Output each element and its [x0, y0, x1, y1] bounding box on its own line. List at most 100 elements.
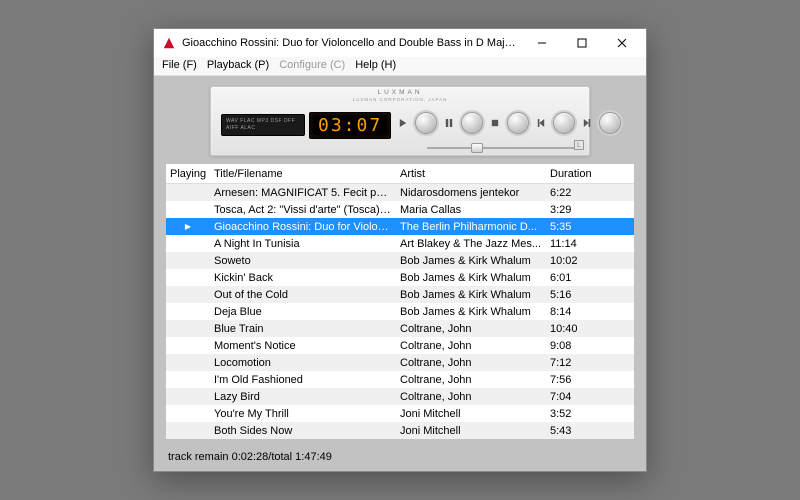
table-row[interactable]: LocomotionColtrane, John7:12: [166, 354, 634, 371]
stop-knob[interactable]: [507, 112, 529, 134]
next-icon: [583, 119, 591, 127]
maximize-button[interactable]: [562, 29, 602, 57]
table-row[interactable]: Kickin' BackBob James & Kirk Whalum6:01: [166, 269, 634, 286]
table-row[interactable]: Moment's NoticeColtrane, John9:08: [166, 337, 634, 354]
track-artist: Bob James & Kirk Whalum: [396, 272, 546, 284]
track-artist: Bob James & Kirk Whalum: [396, 306, 546, 318]
col-artist[interactable]: Artist: [396, 168, 546, 180]
playlist-header: Playing Title/Filename Artist Duration: [166, 164, 634, 184]
col-playing[interactable]: Playing: [166, 168, 210, 180]
table-row[interactable]: A Night In TunisiaArt Blakey & The Jazz …: [166, 235, 634, 252]
track-artist: Joni Mitchell: [396, 408, 546, 420]
table-row[interactable]: Deja BlueBob James & Kirk Whalum8:14: [166, 303, 634, 320]
transport-controls: [399, 112, 621, 134]
table-row[interactable]: Arnesen: MAGNIFICAT 5. Fecit potentiamNi…: [166, 184, 634, 201]
track-duration: 10:02: [546, 255, 602, 267]
seek-slider[interactable]: [427, 147, 575, 149]
table-row[interactable]: Tosca, Act 2: "Vissi d'arte" (Tosca) [Li…: [166, 201, 634, 218]
track-duration: 11:14: [546, 238, 602, 250]
track-title: Kickin' Back: [210, 272, 396, 284]
track-title: You're My Thrill: [210, 408, 396, 420]
player-panel: LUXMAN LUXMAN CORPORATION, JAPAN WAV FLA…: [154, 76, 646, 164]
table-row[interactable]: Blue TrainColtrane, John10:40: [166, 320, 634, 337]
table-row[interactable]: SowetoBob James & Kirk Whalum10:02: [166, 252, 634, 269]
playing-indicator-icon: ▶: [166, 222, 210, 231]
track-duration: 7:56: [546, 374, 602, 386]
format-indicator: WAV FLAC MP3 DSF DFF AIFF ALAC: [221, 114, 305, 136]
track-artist: Coltrane, John: [396, 374, 546, 386]
pause-icon: [445, 119, 453, 127]
track-artist: Coltrane, John: [396, 323, 546, 335]
track-duration: 9:08: [546, 340, 602, 352]
seek-thumb[interactable]: [471, 143, 483, 153]
table-row[interactable]: ▶Gioacchino Rossini: Duo for Violoncello…: [166, 218, 634, 235]
brand-badge-icon: L: [574, 140, 584, 150]
col-title[interactable]: Title/Filename: [210, 168, 396, 180]
prev-icon: [537, 119, 545, 127]
track-duration: 6:22: [546, 187, 602, 199]
track-artist: Maria Callas: [396, 204, 546, 216]
window-title: Gioacchino Rossini: Duo for Violoncello …: [182, 37, 516, 49]
track-duration: 7:04: [546, 391, 602, 403]
track-duration: 6:01: [546, 272, 602, 284]
menu-playback[interactable]: Playback (P): [207, 59, 269, 71]
track-artist: Bob James & Kirk Whalum: [396, 255, 546, 267]
track-title: Blue Train: [210, 323, 396, 335]
brand-subtitle: LUXMAN CORPORATION, JAPAN: [211, 98, 589, 103]
app-icon: [162, 36, 176, 50]
track-title: Lazy Bird: [210, 391, 396, 403]
track-duration: 5:43: [546, 425, 602, 437]
next-knob[interactable]: [599, 112, 621, 134]
track-title: Locomotion: [210, 357, 396, 369]
track-artist: Bob James & Kirk Whalum: [396, 289, 546, 301]
formats-row-1: WAV FLAC MP3 DSF DFF: [226, 118, 300, 125]
playlist-rows: Arnesen: MAGNIFICAT 5. Fecit potentiamNi…: [166, 184, 634, 439]
track-duration: 3:29: [546, 204, 602, 216]
close-button[interactable]: [602, 29, 642, 57]
menu-configure[interactable]: Configure (C): [279, 59, 345, 71]
track-title: Arnesen: MAGNIFICAT 5. Fecit potentiam: [210, 187, 396, 199]
table-row[interactable]: Both Sides NowJoni Mitchell5:43: [166, 422, 634, 439]
pause-knob[interactable]: [461, 112, 483, 134]
track-artist: Nidarosdomens jentekor: [396, 187, 546, 199]
stop-icon: [491, 119, 499, 127]
track-title: Deja Blue: [210, 306, 396, 318]
playlist-area: Playing Title/Filename Artist Duration A…: [154, 164, 646, 445]
track-title: A Night In Tunisia: [210, 238, 396, 250]
track-title: Both Sides Now: [210, 425, 396, 437]
prev-knob[interactable]: [553, 112, 575, 134]
table-row[interactable]: I'm Old FashionedColtrane, John7:56: [166, 371, 634, 388]
track-title: Out of the Cold: [210, 289, 396, 301]
track-duration: 5:35: [546, 221, 602, 233]
table-row[interactable]: Out of the ColdBob James & Kirk Whalum5:…: [166, 286, 634, 303]
menu-file[interactable]: File (F): [162, 59, 197, 71]
track-artist: Joni Mitchell: [396, 425, 546, 437]
table-row[interactable]: You're My ThrillJoni Mitchell3:52: [166, 405, 634, 422]
menubar: File (F) Playback (P) Configure (C) Help…: [154, 57, 646, 76]
track-artist: The Berlin Philharmonic D...: [396, 221, 546, 233]
time-display: 03:07: [309, 112, 391, 139]
track-artist: Art Blakey & The Jazz Mes...: [396, 238, 546, 250]
track-artist: Coltrane, John: [396, 391, 546, 403]
track-title: I'm Old Fashioned: [210, 374, 396, 386]
track-title: Gioacchino Rossini: Duo for Violoncello …: [210, 221, 396, 233]
track-title: Moment's Notice: [210, 340, 396, 352]
player-faceplate: LUXMAN LUXMAN CORPORATION, JAPAN WAV FLA…: [210, 86, 590, 156]
track-duration: 5:16: [546, 289, 602, 301]
menu-help[interactable]: Help (H): [355, 59, 396, 71]
play-knob[interactable]: [415, 112, 437, 134]
brand-name: LUXMAN: [377, 89, 422, 96]
track-artist: Coltrane, John: [396, 357, 546, 369]
titlebar[interactable]: Gioacchino Rossini: Duo for Violoncello …: [154, 29, 646, 57]
window-controls: [522, 29, 642, 57]
status-bar: track remain 0:02:28/total 1:47:49: [154, 445, 646, 471]
track-title: Tosca, Act 2: "Vissi d'arte" (Tosca) [Li…: [210, 204, 396, 216]
minimize-button[interactable]: [522, 29, 562, 57]
col-duration[interactable]: Duration: [546, 168, 602, 180]
track-duration: 3:52: [546, 408, 602, 420]
table-row[interactable]: Lazy BirdColtrane, John7:04: [166, 388, 634, 405]
track-duration: 10:40: [546, 323, 602, 335]
track-duration: 7:12: [546, 357, 602, 369]
track-duration: 8:14: [546, 306, 602, 318]
track-artist: Coltrane, John: [396, 340, 546, 352]
